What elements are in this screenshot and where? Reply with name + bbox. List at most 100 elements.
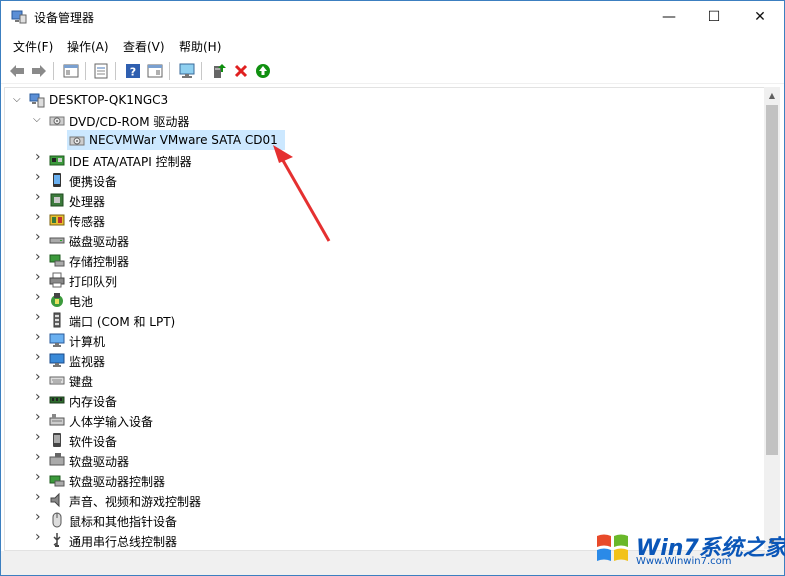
- monitor-icon[interactable]: [177, 61, 197, 81]
- tree-category-item[interactable]: › 声音、视频和游戏控制器: [5, 490, 745, 510]
- tree-category-item[interactable]: › 存储控制器: [5, 250, 745, 270]
- tree-item-label: 软盘驱动器控制器: [69, 475, 166, 489]
- menu-view[interactable]: 查看(V): [123, 38, 165, 55]
- tree-category-item[interactable]: › IDE ATA/ATAPI 控制器: [5, 150, 745, 170]
- chevron-right-icon[interactable]: ›: [35, 530, 45, 544]
- mouse-icon: [52, 512, 62, 528]
- tree-category-item[interactable]: › 键盘: [5, 370, 745, 390]
- chevron-right-icon[interactable]: ›: [35, 490, 45, 504]
- tree-category-item[interactable]: ⌵ DVD/CD-ROM 驱动器: [5, 110, 745, 130]
- chevron-right-icon[interactable]: ›: [35, 450, 45, 464]
- tree-item-label: 打印队列: [69, 275, 118, 289]
- chevron-right-icon[interactable]: ›: [35, 350, 45, 364]
- tree-category-item[interactable]: › 计算机: [5, 330, 745, 350]
- tree-item-label: 人体学输入设备: [69, 415, 154, 429]
- chevron-down-icon[interactable]: ⌵: [33, 114, 43, 126]
- tree-item-label: 声音、视频和游戏控制器: [69, 495, 202, 509]
- tree-item-label: 磁盘驱动器: [69, 235, 130, 249]
- toolbar-separator: [85, 62, 86, 80]
- chevron-right-icon[interactable]: ›: [35, 430, 45, 444]
- port-icon: [53, 312, 61, 328]
- tree-item-label: 内存设备: [69, 395, 118, 409]
- toolbar: ?: [1, 59, 784, 84]
- tree-item-label: NECVMWar VMware SATA CD01: [89, 133, 278, 147]
- chevron-right-icon[interactable]: ›: [35, 170, 45, 184]
- toolbar-separator: [115, 62, 116, 80]
- menu-action[interactable]: 操作(A): [67, 38, 109, 55]
- tree-device-item[interactable]: NECVMWar VMware SATA CD01: [5, 130, 745, 150]
- watermark: Win7系统之家 Www.Winwin7.com: [592, 524, 785, 572]
- forward-icon[interactable]: [29, 61, 49, 81]
- chevron-right-icon[interactable]: ›: [35, 210, 45, 224]
- chevron-right-icon[interactable]: ›: [35, 310, 45, 324]
- portable-device-icon: [53, 173, 61, 187]
- chevron-right-icon[interactable]: ›: [35, 190, 45, 204]
- storage-controller-icon: [49, 254, 65, 267]
- menu-bar: 文件(F) 操作(A) 查看(V) 帮助(H): [1, 35, 784, 57]
- svg-text:?: ?: [130, 66, 136, 79]
- back-icon[interactable]: [7, 61, 27, 81]
- tree-item-label: 键盘: [69, 375, 94, 389]
- menu-file[interactable]: 文件(F): [13, 38, 53, 55]
- close-button[interactable]: ✕: [737, 1, 783, 33]
- vertical-scrollbar[interactable]: ▲ ▼: [764, 87, 780, 549]
- chevron-right-icon[interactable]: ›: [35, 270, 45, 284]
- uninstall-icon[interactable]: [231, 61, 251, 81]
- watermark-url: Www.Winwin7.com: [636, 556, 732, 567]
- chevron-right-icon[interactable]: ›: [35, 470, 45, 484]
- tree-category-item[interactable]: › 软件设备: [5, 430, 745, 450]
- monitor-icon: [49, 353, 65, 367]
- chevron-right-icon[interactable]: ›: [35, 230, 45, 244]
- show-hide-tree-icon[interactable]: [61, 61, 81, 81]
- chevron-right-icon[interactable]: ›: [35, 330, 45, 344]
- tree-root[interactable]: ⌵ DESKTOP-QK1NGC3: [5, 90, 745, 110]
- update-driver-icon[interactable]: [209, 61, 229, 81]
- chevron-right-icon[interactable]: ›: [35, 290, 45, 304]
- tree-category-item[interactable]: › 人体学输入设备: [5, 410, 745, 430]
- toolbar-separator: [53, 62, 54, 80]
- tree-category-item[interactable]: › 传感器: [5, 210, 745, 230]
- tree-category-item[interactable]: › 端口 (COM 和 LPT): [5, 310, 745, 330]
- scrollbar-thumb[interactable]: [766, 105, 778, 455]
- usb-icon: [53, 533, 61, 547]
- tree-item-label: 软件设备: [69, 435, 118, 449]
- view-icon[interactable]: [145, 61, 165, 81]
- device-tree[interactable]: ⌵ DESKTOP-QK1NGC3 ⌵ DVD/CD-ROM 驱动器 NECVMWa…: [4, 87, 765, 551]
- chevron-down-icon[interactable]: ⌵: [13, 94, 23, 106]
- tree-category-item[interactable]: › 便携设备: [5, 170, 745, 190]
- minimize-button[interactable]: —: [646, 1, 692, 33]
- properties-icon[interactable]: [91, 61, 111, 81]
- tree-category-item[interactable]: › 处理器: [5, 190, 745, 210]
- chevron-right-icon[interactable]: ›: [35, 410, 45, 424]
- chevron-right-icon[interactable]: ›: [35, 510, 45, 524]
- keyboard-icon: [49, 376, 65, 385]
- scroll-up-icon[interactable]: ▲: [764, 87, 780, 103]
- tree-item-label: 监视器: [69, 355, 106, 369]
- maximize-button[interactable]: ☐: [691, 1, 737, 33]
- printer-icon: [49, 272, 65, 288]
- enable-device-icon[interactable]: [253, 61, 273, 81]
- menu-help[interactable]: 帮助(H): [179, 38, 221, 55]
- toolbar-separator: [169, 62, 170, 80]
- tree-category-item[interactable]: › 内存设备: [5, 390, 745, 410]
- tree-category-item[interactable]: › 软盘驱动器控制器: [5, 470, 745, 490]
- window-title: 设备管理器: [34, 11, 95, 25]
- tree-root-label: DESKTOP-QK1NGC3: [49, 93, 169, 107]
- chevron-right-icon[interactable]: ›: [35, 370, 45, 384]
- processor-icon: [50, 193, 64, 207]
- tree-item-label: 处理器: [69, 195, 106, 209]
- chevron-right-icon[interactable]: ›: [35, 150, 45, 164]
- tree-category-item[interactable]: › 监视器: [5, 350, 745, 370]
- tree-category-item[interactable]: › 磁盘驱动器: [5, 230, 745, 250]
- tree-category-item[interactable]: › 软盘驱动器: [5, 450, 745, 470]
- tree-category-item[interactable]: › 打印队列: [5, 270, 745, 290]
- toolbar-separator: [201, 62, 202, 80]
- tree-category-item[interactable]: › 电池: [5, 290, 745, 310]
- title-bar[interactable]: 设备管理器 — ☐ ✕: [1, 1, 784, 33]
- tree-item-label: 存储控制器: [69, 255, 130, 269]
- help-icon[interactable]: ?: [123, 61, 143, 81]
- chevron-right-icon[interactable]: ›: [35, 250, 45, 264]
- tree-item-label: 便携设备: [69, 175, 118, 189]
- device-manager-window: 设备管理器 — ☐ ✕ 文件(F) 操作(A) 查看(V) 帮助(H) ? ⌵ …: [0, 0, 785, 576]
- chevron-right-icon[interactable]: ›: [35, 390, 45, 404]
